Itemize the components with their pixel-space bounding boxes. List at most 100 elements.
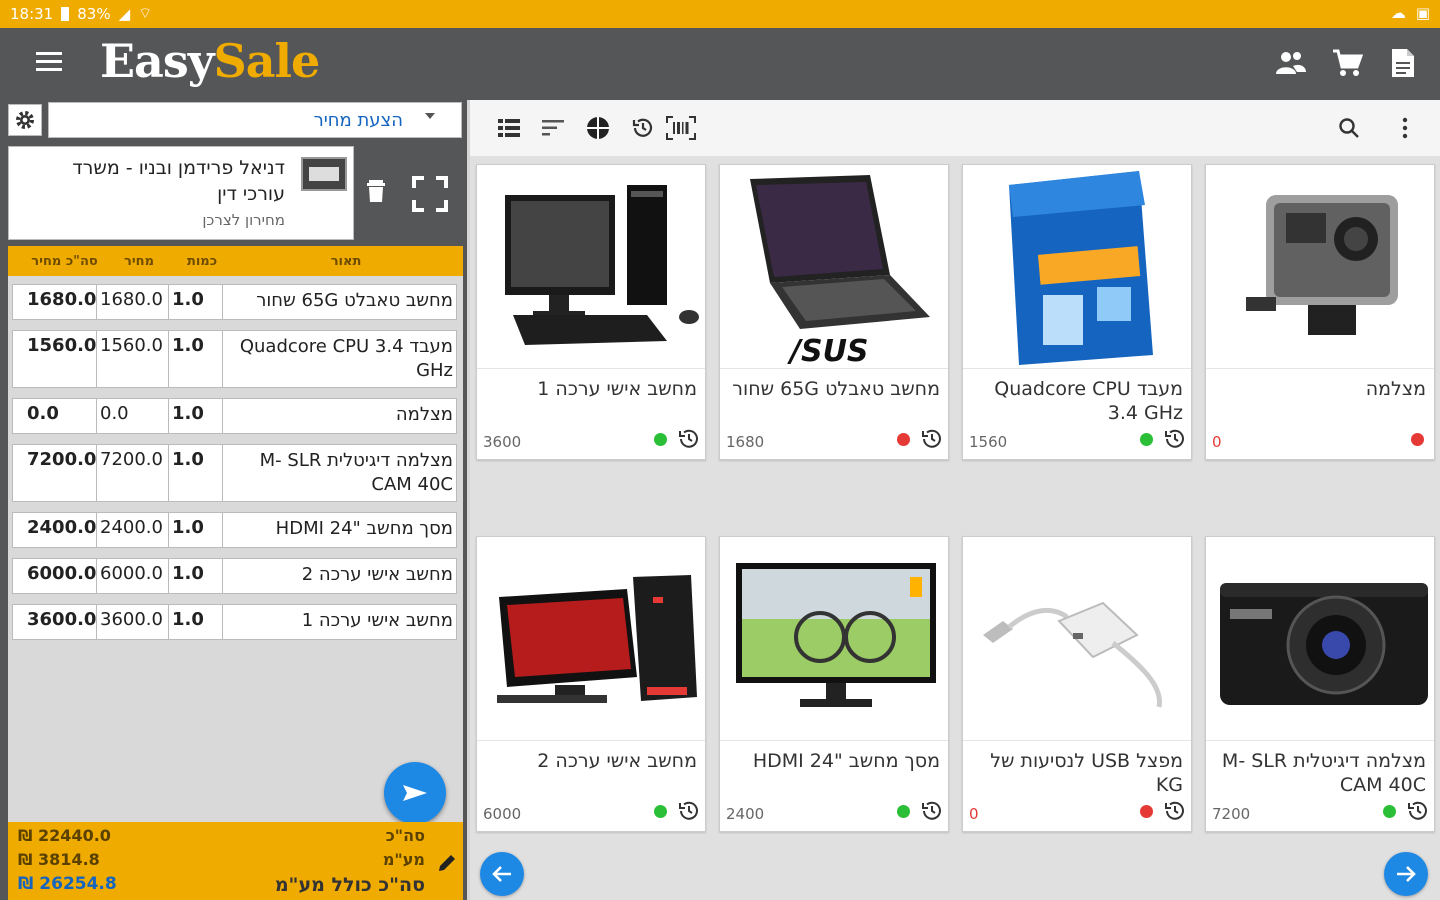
gallery-icon: ▣ bbox=[1415, 4, 1430, 22]
table-row[interactable]: מחשב אישי ערכה 2 1.0 6000.0 6000.0 bbox=[12, 558, 457, 594]
price-list-label: מחירון לצרכן bbox=[202, 211, 285, 229]
table-header: תאור כמות מחיר סה"כ מחיר bbox=[8, 246, 463, 276]
product-price: 0 bbox=[1212, 433, 1222, 451]
history-icon[interactable] bbox=[628, 114, 658, 142]
table-row[interactable]: מחשב אישי ערכה 1 1.0 3600.0 3600.0 bbox=[12, 604, 457, 640]
product-title: מחשב אישי ערכה 1 bbox=[537, 378, 697, 400]
row-quantity: 1.0 bbox=[168, 513, 222, 547]
history-icon[interactable] bbox=[920, 427, 944, 451]
document-type-select[interactable]: הצעת מחיר bbox=[48, 102, 462, 138]
product-card[interactable]: מחשב אישי ערכה 1 3600 bbox=[476, 164, 706, 460]
table-row[interactable]: מסך מחשב "24 HDMI 1.0 2400.0 2400.0 bbox=[12, 512, 457, 548]
history-icon[interactable] bbox=[1406, 799, 1430, 823]
row-price: 3600.0 bbox=[96, 605, 168, 639]
product-title: מחשב אישי ערכה 2 bbox=[537, 750, 697, 772]
row-quantity: 1.0 bbox=[168, 331, 222, 387]
search-icon[interactable] bbox=[1334, 114, 1364, 142]
product-grid: מחשב אישי ערכה 1 3600 /SUS מחשב טאבלט 65… bbox=[470, 156, 1440, 900]
send-button[interactable] bbox=[384, 762, 446, 824]
grand-total-value: ₪ 26254.8 bbox=[18, 874, 117, 894]
cart-icon[interactable] bbox=[1330, 46, 1364, 80]
subtotal-label: סה"כ bbox=[385, 826, 425, 845]
cloud-icon: ☁ bbox=[1390, 4, 1406, 22]
product-card[interactable]: מעבד Quadcore CPU 3.4 GHz 1560 bbox=[962, 164, 1192, 460]
barcode-scan-icon[interactable] bbox=[666, 114, 696, 142]
row-total: 1680.0 bbox=[27, 289, 97, 310]
grand-total-label: סה"כ כולל מע"מ bbox=[274, 874, 425, 896]
history-icon[interactable] bbox=[677, 427, 701, 451]
product-price: 0 bbox=[969, 805, 979, 823]
product-title: מצלמה דיגיטלית M- SLR CAM 40C bbox=[1221, 750, 1426, 793]
vat-label: מע"מ bbox=[382, 850, 425, 869]
status-bar: 18:31 83% ◢ ⌔ ☁ ▣ bbox=[0, 0, 1440, 28]
product-image: /SUS bbox=[720, 165, 948, 369]
row-description: מצלמה דיגיטלית M- SLR CAM 40C bbox=[222, 445, 456, 501]
row-price: 2400.0 bbox=[96, 513, 168, 547]
customer-card[interactable]: דניאל פרידמן ובניו - משרד עורכי דין מחיר… bbox=[8, 146, 354, 240]
fullscreen-icon[interactable] bbox=[410, 174, 450, 214]
in-stock-indicator bbox=[654, 433, 667, 446]
grid-view-icon[interactable] bbox=[494, 114, 524, 142]
row-description: מעבד Quadcore CPU 3.4 GHz bbox=[222, 331, 456, 387]
row-quantity: 1.0 bbox=[168, 399, 222, 433]
order-lines-table: תאור כמות מחיר סה"כ מחיר מחשב טאבלט 65G … bbox=[8, 246, 463, 822]
previous-page-button[interactable] bbox=[480, 852, 524, 896]
row-price: 6000.0 bbox=[96, 559, 168, 593]
history-icon[interactable] bbox=[1163, 799, 1187, 823]
row-price: 7200.0 bbox=[96, 445, 168, 501]
product-price: 3600 bbox=[483, 433, 522, 451]
history-icon[interactable] bbox=[920, 799, 944, 823]
arrow-right-icon bbox=[1397, 866, 1416, 882]
table-row[interactable]: מצלמה 1.0 0.0 0.0 bbox=[12, 398, 457, 434]
product-card[interactable]: מצלמה 0 bbox=[1205, 164, 1435, 460]
product-title: מעבד Quadcore CPU 3.4 GHz bbox=[994, 378, 1183, 421]
table-row[interactable]: מחשב טאבלט 65G שחור 1.0 1680.0 1680.0 bbox=[12, 284, 457, 320]
catalog-toolbar bbox=[470, 100, 1440, 156]
row-total: 7200.0 bbox=[27, 449, 97, 470]
header-total: סה"כ מחיר bbox=[31, 253, 98, 269]
product-image bbox=[963, 537, 1191, 741]
next-page-button[interactable] bbox=[1384, 852, 1428, 896]
trash-icon[interactable] bbox=[364, 178, 388, 204]
row-quantity: 1.0 bbox=[168, 445, 222, 501]
table-row[interactable]: מצלמה דיגיטלית M- SLR CAM 40C 1.0 7200.0… bbox=[12, 444, 457, 502]
row-total: 1560.0 bbox=[27, 335, 97, 356]
document-type-value: הצעת מחיר bbox=[313, 110, 403, 131]
product-card[interactable]: מסך מחשב "24 HDMI 2400 bbox=[719, 536, 949, 832]
in-stock-indicator bbox=[654, 805, 667, 818]
sort-icon[interactable] bbox=[538, 114, 568, 142]
customer-name: דניאל פרידמן ובניו - משרד עורכי דין bbox=[72, 157, 285, 205]
row-price: 1680.0 bbox=[96, 285, 168, 319]
table-row[interactable]: מעבד Quadcore CPU 3.4 GHz 1.0 1560.0 156… bbox=[12, 330, 457, 388]
more-options-icon[interactable] bbox=[1390, 114, 1420, 142]
out-of-stock-indicator bbox=[1411, 433, 1424, 446]
document-icon[interactable] bbox=[1386, 46, 1420, 80]
product-card[interactable]: מפצל USB לנסיעות של KG 0 bbox=[962, 536, 1192, 832]
product-image bbox=[720, 537, 948, 741]
row-quantity: 1.0 bbox=[168, 285, 222, 319]
out-of-stock-indicator bbox=[1140, 805, 1153, 818]
history-icon[interactable] bbox=[1163, 427, 1187, 451]
history-icon[interactable] bbox=[677, 799, 701, 823]
product-image bbox=[1206, 165, 1434, 369]
app-logo: EasySale bbox=[100, 34, 320, 88]
header-description: תאור bbox=[330, 253, 362, 269]
row-description: מסך מחשב "24 HDMI bbox=[222, 513, 456, 547]
pencil-edit-icon[interactable] bbox=[436, 852, 458, 874]
settings-gear-icon[interactable] bbox=[8, 104, 42, 136]
row-description: מחשב אישי ערכה 2 bbox=[222, 559, 456, 593]
product-title: מפצל USB לנסיעות של KG bbox=[990, 750, 1183, 793]
product-card[interactable]: מצלמה דיגיטלית M- SLR CAM 40C 7200 bbox=[1205, 536, 1435, 832]
product-price: 6000 bbox=[483, 805, 522, 823]
customers-icon[interactable] bbox=[1274, 46, 1308, 80]
product-image bbox=[477, 165, 705, 369]
header-quantity: כמות bbox=[186, 253, 218, 269]
category-filter-icon[interactable] bbox=[583, 114, 613, 142]
product-card[interactable]: /SUS מחשב טאבלט 65G שחור 1680 bbox=[719, 164, 949, 460]
hamburger-menu-icon[interactable] bbox=[36, 52, 62, 74]
header-price: מחיר bbox=[124, 253, 154, 269]
product-price: 7200 bbox=[1212, 805, 1251, 823]
product-card[interactable]: מחשב אישי ערכה 2 6000 bbox=[476, 536, 706, 832]
product-price: 1680 bbox=[726, 433, 765, 451]
battery-icon bbox=[61, 6, 70, 21]
